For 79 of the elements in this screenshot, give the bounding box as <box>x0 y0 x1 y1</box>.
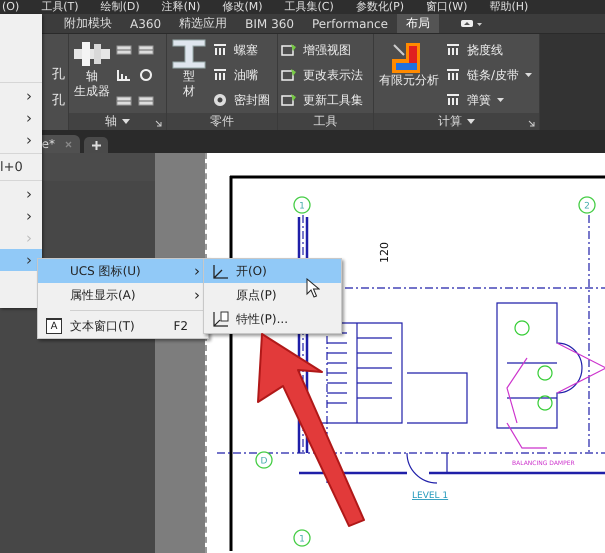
menu-bar-item[interactable]: 绘制(D) <box>100 0 140 14</box>
ribbon-tab[interactable]: A360 <box>121 14 170 33</box>
caret-icon[interactable] <box>467 119 475 124</box>
menu-bar-item[interactable]: 修改(M) <box>222 0 263 14</box>
menu-item[interactable]: 原点(P) <box>204 283 341 307</box>
menu-item[interactable]: 开(O) <box>204 259 341 283</box>
shaft-feature-icon[interactable] <box>116 43 132 57</box>
menu-item[interactable]: › <box>0 85 42 107</box>
panel-title[interactable]: 工具 <box>314 113 338 130</box>
grid-bubble: D <box>255 451 273 469</box>
ribbon-tab[interactable]: 精选应用 <box>170 14 236 33</box>
ribbon-tab[interactable]: 附加模块 <box>55 14 121 33</box>
panel-title[interactable]: 零件 <box>210 113 234 130</box>
dimension-text: 120 <box>378 242 391 263</box>
menu-item[interactable]: l+0 <box>0 156 42 178</box>
ribbon-tab[interactable]: Performance <box>302 14 398 33</box>
grid-bubble: 2 <box>578 196 596 214</box>
ribbon-command[interactable]: 密封圈 <box>212 89 270 111</box>
menu-bar-item[interactable]: 注释(N) <box>162 0 200 14</box>
level-title: LEVEL 1 <box>412 491 448 501</box>
ribbon-tab[interactable]: BIM 360 <box>236 14 303 33</box>
menu-bar-item[interactable]: 窗口(W) <box>426 0 468 14</box>
menu-item[interactable]: › <box>0 129 42 151</box>
menu-bar-item[interactable]: 参数化(P) <box>356 0 404 14</box>
menu-item[interactable]: › <box>0 205 42 227</box>
menu-bar-item[interactable]: 工具(T) <box>41 0 79 14</box>
caret-icon[interactable] <box>122 119 130 124</box>
shaft-feature-icon[interactable] <box>138 43 154 57</box>
tool-icon <box>212 68 228 82</box>
ribbon-command[interactable]: 弹簧 <box>445 89 532 111</box>
menu-item[interactable]: › <box>0 249 42 271</box>
axes-properties-icon <box>212 311 228 327</box>
shaft-feature-icon[interactable] <box>138 94 154 108</box>
mouse-pointer-icon <box>306 278 320 298</box>
ribbon-command[interactable]: 油嘴 <box>212 64 270 86</box>
shaft-feature-icon[interactable] <box>138 68 154 82</box>
panel-toggle-icon[interactable] <box>461 20 484 28</box>
panel-title[interactable]: 计算 <box>438 113 462 130</box>
new-tab-button[interactable] <box>84 137 108 153</box>
caret-icon <box>497 98 504 102</box>
grid-bubble: 1 <box>293 529 311 547</box>
text-window-icon: A <box>46 318 62 334</box>
tool-icon <box>445 93 461 107</box>
ribbon-command[interactable]: 挠度线 <box>445 39 532 61</box>
menu-item[interactable]: 特性(P)... <box>204 307 341 331</box>
ribbon-command[interactable]: 孔 <box>52 93 65 109</box>
tool-icon <box>281 93 297 107</box>
axes-icon <box>212 264 228 278</box>
menu-bar-item[interactable]: 工具集(C) <box>284 0 334 14</box>
ribbon-command[interactable]: 孔 <box>52 67 65 83</box>
i-beam-icon <box>172 39 206 69</box>
ribbon-tab[interactable]: 布局 <box>397 14 440 33</box>
tool-icon <box>281 68 297 82</box>
grid-bubble: 1 <box>293 196 311 214</box>
fea-button[interactable]: 有限元分析 <box>377 39 441 111</box>
tool-icon <box>281 43 297 57</box>
tool-icon <box>445 43 461 57</box>
ribbon-command[interactable]: 螺塞 <box>212 39 270 61</box>
panel-title[interactable]: 轴 <box>105 113 117 130</box>
menu-bar-item[interactable]: (O) <box>2 0 20 14</box>
shaft-generator-button[interactable]: 轴 生成器 <box>72 39 112 111</box>
plus-icon <box>92 140 100 150</box>
ribbon-command[interactable]: 更改表示法 <box>281 64 363 86</box>
dialog-launcher-icon[interactable] <box>528 120 535 127</box>
tool-icon <box>212 93 228 107</box>
menu-item[interactable]: › <box>0 183 42 205</box>
dialog-launcher-icon[interactable] <box>155 120 162 127</box>
shaft-feature-icon[interactable] <box>116 68 132 82</box>
menu-item[interactable]: › <box>0 107 42 129</box>
shaft-icon <box>74 39 110 69</box>
ribbon-command[interactable]: 链条/皮带 <box>445 64 532 86</box>
caret-icon <box>525 72 532 78</box>
ribbon-command[interactable]: 更新工具集 <box>281 89 363 111</box>
menu-bar-item[interactable]: 帮助(H) <box>489 0 528 14</box>
profile-button[interactable]: 型 材 <box>170 39 208 111</box>
ribbon-command[interactable]: 增强视图 <box>281 39 363 61</box>
shaft-feature-icon[interactable] <box>116 94 132 108</box>
tool-icon <box>212 43 228 57</box>
tool-icon <box>445 68 461 82</box>
